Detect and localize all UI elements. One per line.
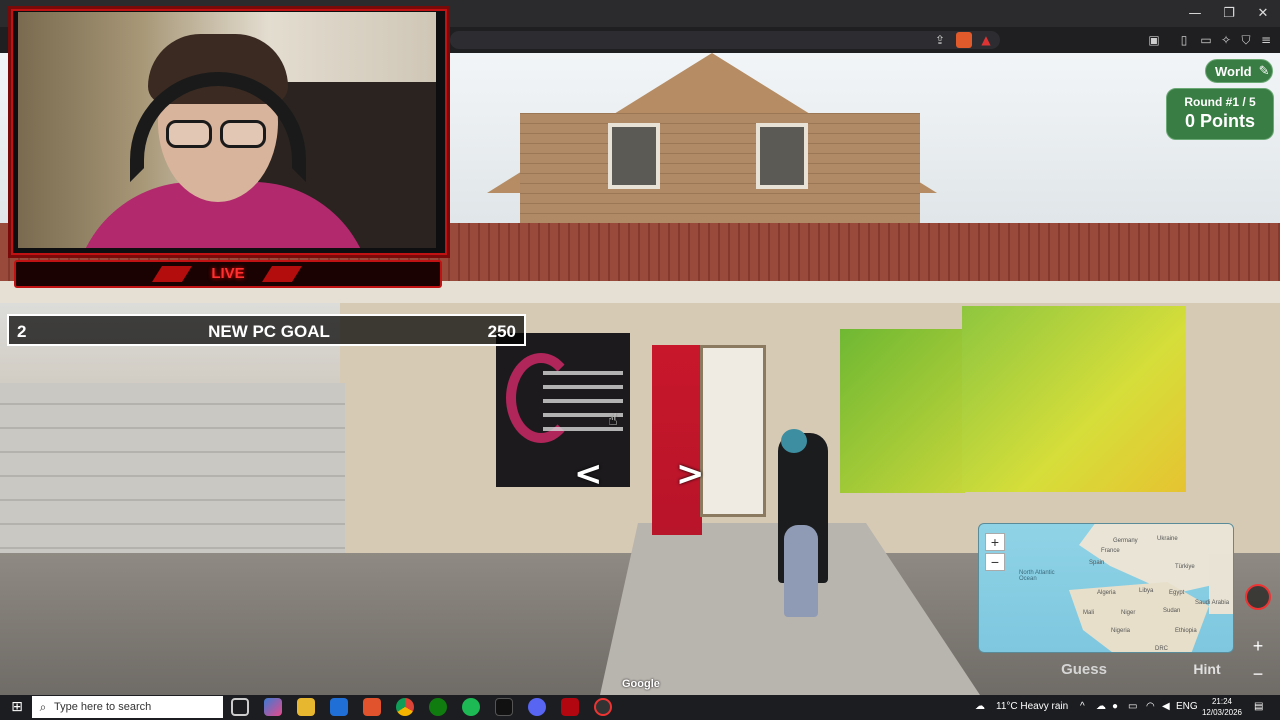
- xbox-icon[interactable]: [429, 698, 447, 716]
- child: [784, 525, 818, 617]
- map-label: Niger: [1121, 610, 1136, 616]
- windows-start-icon[interactable]: ⊞: [8, 698, 26, 716]
- map-label: Spain: [1089, 560, 1105, 566]
- goal-count: 2: [17, 322, 27, 341]
- wifi-icon[interactable]: ◠: [1146, 701, 1155, 712]
- red-banner: [652, 345, 702, 535]
- move-left-arrow[interactable]: <: [574, 454, 603, 494]
- map-name: World: [1215, 63, 1252, 79]
- screen: — ❐ ✕ ⇪ ▲ ▣ ▯ ▭ ✧ ⛉ ≡ < > ☝ LIVE 2 NEW P…: [0, 0, 1280, 720]
- green-poster: [840, 329, 965, 493]
- pedestrian-head: [781, 429, 807, 453]
- points-label: 0 Points: [1184, 111, 1255, 131]
- obs-icon[interactable]: [594, 698, 612, 716]
- map-label: Germany: [1113, 538, 1138, 544]
- cloud-icon[interactable]: ☁: [1096, 701, 1106, 712]
- zoom-out-button[interactable]: −: [1248, 664, 1268, 684]
- shop-door: [700, 345, 766, 517]
- lens: [220, 120, 266, 148]
- clock[interactable]: 21:24 12/03/2026: [1198, 696, 1246, 718]
- map-label: North Atlantic Ocean: [1019, 570, 1055, 582]
- round-label: Round #1 / 5: [1184, 95, 1256, 109]
- volume-icon[interactable]: ◀: [1162, 701, 1170, 712]
- address-bar[interactable]: [450, 31, 1000, 49]
- goal-label: NEW PC GOAL: [208, 322, 330, 341]
- guess-map[interactable]: Germany Ukraine France Spain Türkiye Nor…: [978, 523, 1234, 653]
- map-label: Mali: [1083, 610, 1095, 616]
- copilot-icon[interactable]: [264, 698, 282, 716]
- leo-icon[interactable]: ✧: [1218, 32, 1234, 48]
- webcam-feed: [18, 12, 436, 248]
- search-placeholder: Type here to search: [54, 701, 152, 713]
- map-label: France: [1101, 548, 1120, 554]
- map-label: Algeria: [1097, 590, 1116, 596]
- map-label: Saudi Arabia: [1195, 600, 1230, 606]
- move-right-arrow[interactable]: >: [676, 454, 705, 494]
- map-label: Nigeria: [1111, 628, 1131, 634]
- share-icon[interactable]: ⇪: [932, 32, 948, 48]
- map-label: Ukraine: [1157, 536, 1178, 542]
- zoom-in-button[interactable]: +: [1248, 636, 1268, 656]
- house-window: [756, 123, 808, 189]
- map-label: Ethiopia: [1175, 628, 1197, 634]
- wallet-icon[interactable]: ▭: [1198, 32, 1214, 48]
- notifications-icon[interactable]: ▤: [1254, 701, 1263, 712]
- goal-bar: 2 NEW PC GOAL 250: [7, 314, 526, 346]
- window-controls: — ❐ ✕: [1178, 0, 1280, 27]
- tiktok-icon[interactable]: [495, 698, 513, 716]
- map-label: DRC: [1155, 646, 1168, 652]
- mic-tray-icon[interactable]: ●: [1112, 701, 1118, 712]
- brave-icon[interactable]: [363, 698, 381, 716]
- date: 12/03/2026: [1201, 708, 1243, 717]
- weather-icon: ☁: [975, 701, 985, 712]
- network-icon[interactable]: ▭: [1128, 701, 1137, 712]
- guess-button[interactable]: Guess: [1040, 661, 1128, 681]
- map-zoom-out-button[interactable]: −: [985, 553, 1005, 571]
- tabs-icon[interactable]: ▣: [1146, 32, 1162, 48]
- chevron-up-icon[interactable]: ^: [1080, 701, 1085, 712]
- task-view-icon[interactable]: [231, 698, 249, 716]
- brick-wall: [520, 113, 920, 233]
- menu-icon[interactable]: ≡: [1258, 32, 1274, 48]
- map-label: Türkiye: [1175, 564, 1195, 570]
- close-button[interactable]: ✕: [1246, 0, 1280, 27]
- map-label: Libya: [1139, 588, 1154, 594]
- mail-icon[interactable]: [330, 698, 348, 716]
- score-box: Round #1 / 5 0 Points: [1166, 88, 1274, 140]
- hand-cursor-icon: ☝: [608, 410, 618, 429]
- discord-icon[interactable]: [528, 698, 546, 716]
- goal-target: 250: [487, 322, 516, 341]
- minimize-button[interactable]: —: [1178, 0, 1212, 27]
- time: 21:24: [1211, 697, 1233, 706]
- netflix-icon[interactable]: [561, 698, 579, 716]
- sidebar-icon[interactable]: ▯: [1176, 32, 1192, 48]
- map-zoom-in-button[interactable]: +: [985, 533, 1005, 551]
- pencil-icon: ✎: [1258, 63, 1270, 79]
- house-window: [608, 123, 660, 189]
- chrome-icon[interactable]: [396, 698, 414, 716]
- glasses: [166, 120, 266, 150]
- google-attribution: Google: [622, 678, 660, 690]
- hint-button[interactable]: Hint: [1180, 661, 1234, 681]
- weather-text[interactable]: 11°C Heavy rain: [996, 701, 1068, 712]
- rewards-icon[interactable]: ▲: [978, 32, 994, 48]
- restore-button[interactable]: ❐: [1212, 0, 1246, 27]
- green-poster-large: [962, 306, 1186, 492]
- map-label: Egypt: [1169, 590, 1185, 596]
- lens: [166, 120, 212, 148]
- spotify-icon[interactable]: [462, 698, 480, 716]
- map-label: Sudan: [1163, 608, 1181, 614]
- file-explorer-icon[interactable]: [297, 698, 315, 716]
- map-name-pill[interactable]: World ✎: [1205, 59, 1273, 83]
- search-icon: ⌕: [39, 699, 47, 714]
- language-indicator[interactable]: ENG: [1176, 701, 1198, 712]
- vpn-icon[interactable]: ⛉: [1238, 32, 1254, 48]
- taskbar-search[interactable]: ⌕ Type here to search: [32, 696, 223, 718]
- live-label: LIVE: [211, 265, 245, 282]
- brave-shield-icon[interactable]: [956, 32, 972, 48]
- compass-icon[interactable]: [1245, 584, 1271, 610]
